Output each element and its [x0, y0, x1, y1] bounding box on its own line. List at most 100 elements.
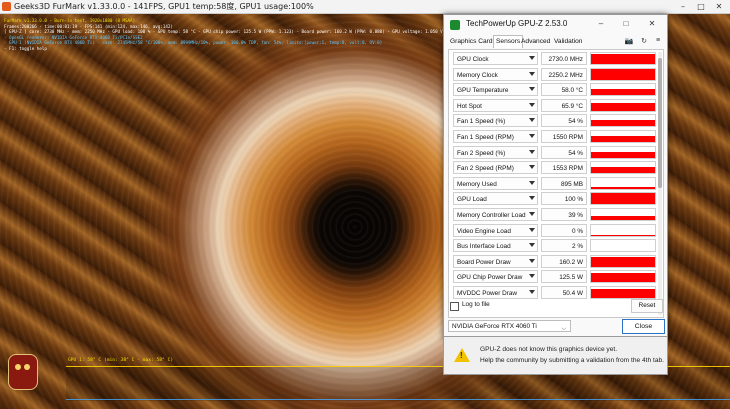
sensor-graph-fill — [591, 193, 655, 205]
furmark-minimize-button[interactable]: – — [676, 0, 690, 13]
furmark-badge-eye-icon — [24, 364, 30, 370]
sensor-graph — [590, 270, 656, 284]
gpu-select-value: NVIDIA GeForce RTX 4060 Ti — [452, 323, 537, 330]
sensors-panel: GPU Clock 2730.0 MHz Memory Clock 2250.2 MH… — [448, 49, 664, 318]
hud-line: - F1: toggle help — [4, 45, 47, 51]
sensor-name-dropdown[interactable]: Memory Used — [453, 176, 538, 190]
dropdown-arrow-icon[interactable] — [529, 180, 535, 185]
sensor-graph-fill — [591, 215, 655, 220]
temp-graph-label: GPU 1: 58° C (min: 38° C - max: 58° C) — [68, 358, 174, 363]
sensor-graph-fill — [591, 167, 655, 174]
sensor-name-dropdown[interactable]: Bus Interface Load — [453, 239, 538, 253]
sensor-graph-fill — [591, 136, 655, 142]
dropdown-arrow-icon[interactable] — [529, 56, 535, 60]
dropdown-arrow-icon[interactable] — [529, 165, 535, 170]
sensor-name-dropdown[interactable]: Hot Spot — [453, 98, 538, 112]
gpuz-minimize-button[interactable]: – — [592, 17, 610, 31]
dropdown-arrow-icon[interactable] — [529, 258, 535, 263]
dropdown-arrow-icon[interactable] — [529, 290, 535, 294]
dropdown-arrow-icon[interactable] — [529, 274, 535, 279]
notice-line-1: GPU-Z does not know this graphics device… — [480, 346, 618, 353]
furmark-logo-icon — [2, 2, 11, 11]
sensor-graph-fill — [591, 250, 655, 252]
sensor-value: 895 MB — [541, 176, 587, 190]
sensor-name-dropdown[interactable]: Video Engine Load — [453, 223, 538, 237]
sensor-row: Memory Clock 2250.2 MHz — [453, 67, 656, 82]
dropdown-arrow-icon[interactable] — [529, 196, 535, 201]
log-to-file-label[interactable]: Log to file — [462, 301, 490, 308]
sensor-value: 54 % — [541, 114, 587, 128]
sensor-name-dropdown[interactable]: GPU Load — [453, 192, 538, 206]
tab-validation[interactable]: Validation — [554, 36, 582, 48]
dropdown-arrow-icon[interactable] — [529, 118, 535, 123]
tab-sensors[interactable]: Sensors — [493, 35, 524, 48]
sensor-row: Memory Used 895 MB — [453, 176, 656, 191]
dropdown-arrow-icon[interactable] — [529, 134, 535, 138]
sensor-graph-fill — [591, 151, 655, 158]
reset-button[interactable]: Reset — [631, 299, 663, 313]
sensor-graph-fill — [591, 88, 655, 96]
sensors-scrollbar[interactable] — [658, 52, 662, 315]
menu-icon[interactable]: ≡ — [653, 37, 663, 44]
furmark-badge-icon — [4, 350, 40, 392]
sensor-value: 0 % — [541, 223, 587, 237]
dropdown-arrow-icon[interactable] — [529, 87, 535, 92]
sensor-value: 100 % — [541, 192, 587, 206]
sensor-name-dropdown[interactable]: MVDDC Power Draw — [453, 286, 538, 299]
sensors-scrollbar-thumb[interactable] — [658, 58, 662, 188]
close-button[interactable]: Close — [622, 319, 665, 334]
dropdown-arrow-icon[interactable] — [529, 102, 535, 107]
gpuz-window-title: TechPowerUp GPU-Z 2.53.0 — [466, 19, 568, 28]
sensor-row: Fan 2 Speed (RPM) 1553 RPM — [453, 161, 656, 175]
temp-graph-line — [66, 399, 730, 400]
sensor-row: Bus Interface Load 2 % — [453, 239, 656, 253]
sensor-value: 65.9 °C — [541, 98, 587, 112]
chevron-down-icon: ⌵ — [561, 326, 566, 332]
sensor-graph-fill — [591, 69, 655, 80]
sensor-value: 2 % — [541, 239, 587, 253]
furmark-badge-face — [8, 354, 38, 390]
hud-line: [ GPU-Z ] core: 2730 MHz - mem: 2250 MHz… — [4, 29, 443, 35]
notice-line-2: Help the community by submitting a valid… — [480, 357, 664, 364]
gpuz-close-button[interactable]: ✕ — [643, 17, 661, 31]
sensor-name-dropdown[interactable]: Memory Controller Load — [453, 208, 538, 221]
sensor-row: GPU Load 100 % — [453, 192, 656, 206]
sensor-name-dropdown[interactable]: GPU Clock — [453, 52, 538, 65]
sensor-row: Fan 2 Speed (%) 54 % — [453, 145, 656, 160]
tab-advanced[interactable]: Advanced — [521, 36, 550, 48]
gpu-select-dropdown[interactable]: NVIDIA GeForce RTX 4060 Ti ⌵ — [448, 320, 571, 332]
dropdown-arrow-icon[interactable] — [529, 227, 535, 232]
furmark-window-title: Geeks3D FurMark v1.33.0.0 - 141FPS, GPU1… — [14, 2, 314, 11]
log-to-file-checkbox[interactable] — [450, 302, 459, 311]
dropdown-arrow-icon[interactable] — [529, 243, 535, 248]
sensor-graph — [590, 98, 656, 112]
sensor-name-dropdown[interactable]: Memory Clock — [453, 67, 538, 81]
sensor-graph-fill — [591, 234, 655, 236]
furmark-close-button[interactable]: ✕ — [712, 0, 726, 13]
sensor-value: 2730.0 MHz — [541, 52, 587, 65]
gpuz-maximize-button[interactable]: □ — [617, 17, 635, 31]
sensor-name-dropdown[interactable]: Fan 1 Speed (RPM) — [453, 130, 538, 143]
sensor-value: 160.2 W — [541, 254, 587, 268]
screenshot-camera-icon[interactable]: 📷 — [624, 37, 634, 45]
sensor-name-dropdown[interactable]: Fan 2 Speed (%) — [453, 145, 538, 159]
sensor-name-dropdown[interactable]: Fan 1 Speed (%) — [453, 114, 538, 128]
sensor-name-dropdown[interactable]: GPU Temperature — [453, 83, 538, 97]
sensor-graph — [590, 130, 656, 143]
sensor-graph-fill — [591, 187, 655, 189]
dropdown-arrow-icon[interactable] — [529, 212, 535, 216]
sensor-graph-fill — [591, 273, 655, 283]
gpuz-app-icon — [450, 20, 460, 30]
furmark-maximize-button[interactable]: □ — [694, 0, 708, 13]
sensor-name-dropdown[interactable]: Fan 2 Speed (RPM) — [453, 161, 538, 175]
sensor-name-dropdown[interactable]: GPU Chip Power Draw — [453, 270, 538, 284]
tab-graphics-card[interactable]: Graphics Card — [450, 36, 493, 48]
sensor-name-dropdown[interactable]: Board Power Draw — [453, 254, 538, 268]
sensor-graph — [590, 254, 656, 268]
refresh-icon[interactable]: ↻ — [639, 37, 649, 45]
sensor-graph-fill — [591, 53, 655, 64]
sensor-value: 1550 RPM — [541, 130, 587, 143]
sensor-value: 58.0 °C — [541, 83, 587, 97]
dropdown-arrow-icon[interactable] — [529, 71, 535, 76]
dropdown-arrow-icon[interactable] — [529, 149, 535, 154]
